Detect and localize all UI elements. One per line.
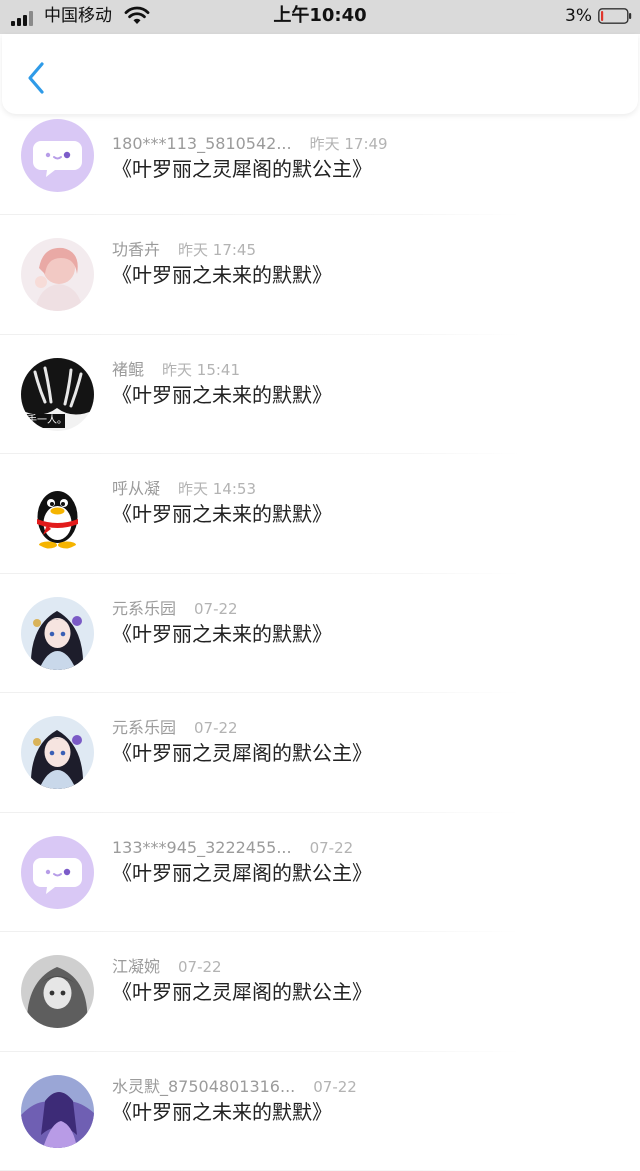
list-item[interactable]: 呼从凝昨天 14:53《叶罗丽之未来的默默》 bbox=[0, 454, 640, 574]
avatar[interactable] bbox=[21, 955, 94, 1028]
message-title: 《叶罗丽之未来的默默》 bbox=[112, 262, 332, 288]
message-time: 07-22 bbox=[178, 958, 222, 976]
message-list: 180***113_5810542...昨天 17:49 《叶罗丽之灵犀阁的默公… bbox=[0, 114, 640, 1171]
clock: 上午10:40 bbox=[0, 5, 640, 27]
sender-name: 江凝婉07-22 bbox=[112, 957, 222, 977]
chat-bubble-icon bbox=[21, 836, 94, 909]
message-time: 昨天 15:41 bbox=[162, 361, 240, 379]
message-time: 07-22 bbox=[194, 719, 238, 737]
sender-name: 褚鲲昨天 15:41 bbox=[112, 360, 240, 380]
message-title: 《叶罗丽之未来的默默》 bbox=[112, 621, 332, 647]
chat-bubble-icon bbox=[21, 119, 94, 192]
sender-name: 元系乐园07-22 bbox=[112, 599, 238, 619]
message-title: 《叶罗丽之未来的默默》 bbox=[112, 382, 332, 408]
user-photo-icon bbox=[21, 1075, 94, 1148]
list-item[interactable]: 元系乐园07-22《叶罗丽之灵犀阁的默公主》 bbox=[0, 693, 640, 813]
avatar[interactable] bbox=[21, 1075, 94, 1148]
sender-name: 133***945_3222455...07-22 bbox=[112, 838, 353, 858]
message-title: 《叶罗丽之灵犀阁的默公主》 bbox=[112, 156, 372, 182]
avatar[interactable] bbox=[21, 716, 94, 789]
user-photo-icon bbox=[21, 597, 94, 670]
list-item[interactable]: 133***945_3222455...07-22《叶罗丽之灵犀阁的默公主》 bbox=[0, 813, 640, 933]
message-time: 07-22 bbox=[310, 839, 354, 857]
message-title: 《叶罗丽之灵犀阁的默公主》 bbox=[112, 740, 372, 766]
sender-name: 180***113_5810542...昨天 17:49 bbox=[112, 134, 388, 154]
battery-percent: 3% bbox=[565, 6, 592, 26]
chevron-left-icon[interactable] bbox=[22, 60, 52, 96]
list-item[interactable]: 手一人。 褚鲲昨天 15:41《叶罗丽之未来的默默》 bbox=[0, 335, 640, 455]
avatar[interactable] bbox=[21, 597, 94, 670]
avatar[interactable] bbox=[21, 836, 94, 909]
list-item[interactable]: 元系乐园07-22《叶罗丽之未来的默默》 bbox=[0, 574, 640, 694]
user-photo-icon bbox=[21, 955, 94, 1028]
avatar[interactable]: 手一人。 bbox=[21, 358, 94, 431]
message-title: 《叶罗丽之灵犀阁的默公主》 bbox=[112, 979, 372, 1005]
penguin-icon bbox=[21, 477, 94, 550]
sender-name: 元系乐园07-22 bbox=[112, 718, 238, 738]
message-title: 《叶罗丽之未来的默默》 bbox=[112, 1099, 332, 1125]
message-time: 昨天 14:53 bbox=[178, 480, 256, 498]
sender-name: 功香卉昨天 17:45 bbox=[112, 240, 256, 260]
message-time: 昨天 17:49 bbox=[310, 135, 388, 153]
avatar[interactable] bbox=[21, 238, 94, 311]
nav-header bbox=[2, 34, 638, 114]
list-item[interactable]: 180***113_5810542...昨天 17:49 《叶罗丽之灵犀阁的默公… bbox=[0, 114, 640, 215]
battery-icon bbox=[598, 8, 632, 24]
status-bar: 中国移动 上午10:40 3% bbox=[0, 0, 640, 34]
sender-name: 呼从凝昨天 14:53 bbox=[112, 479, 256, 499]
avatar[interactable] bbox=[21, 477, 94, 550]
avatar[interactable] bbox=[21, 119, 94, 192]
message-time: 07-22 bbox=[194, 600, 238, 618]
user-photo-icon bbox=[21, 238, 94, 311]
message-title: 《叶罗丽之灵犀阁的默公主》 bbox=[112, 860, 372, 886]
message-time: 07-22 bbox=[313, 1078, 357, 1096]
list-item[interactable]: 功香卉昨天 17:45 《叶罗丽之未来的默默》 bbox=[0, 215, 640, 335]
user-photo-icon bbox=[21, 716, 94, 789]
message-time: 昨天 17:45 bbox=[178, 241, 256, 259]
message-title: 《叶罗丽之未来的默默》 bbox=[112, 501, 332, 527]
list-item[interactable]: 江凝婉07-22《叶罗丽之灵犀阁的默公主》 bbox=[0, 932, 640, 1052]
sender-name: 水灵默_87504801316...07-22 bbox=[112, 1077, 357, 1097]
list-item[interactable]: 水灵默_87504801316...07-22《叶罗丽之未来的默默》 bbox=[0, 1052, 640, 1171]
avatar-caption: 手一人。 bbox=[27, 415, 67, 427]
